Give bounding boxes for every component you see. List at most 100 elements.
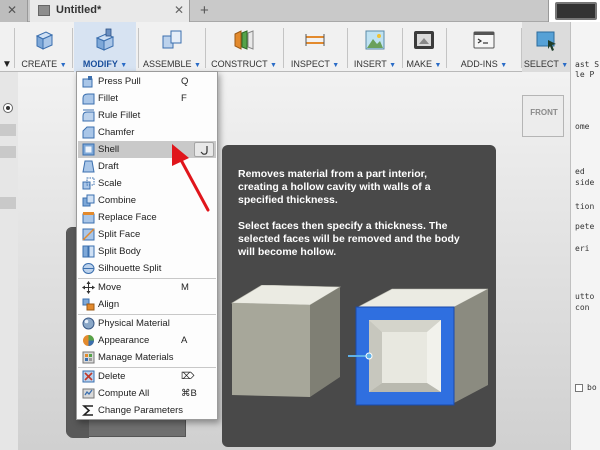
modify-dropdown-menu: Press Pull Q Fillet F Rule Fillet Chamfe…: [76, 71, 218, 420]
make-print-icon: [414, 31, 434, 49]
toolbar-divider: [138, 28, 139, 68]
toolbar-divider: [14, 28, 15, 68]
menu-item-move[interactable]: Move M: [78, 279, 216, 296]
panel-text-line: con: [575, 303, 590, 312]
panel-text-line: le P: [575, 70, 595, 79]
menu-item-chamfer[interactable]: Chamfer: [78, 124, 216, 141]
chamfer-icon: [82, 126, 95, 139]
menu-item-draft[interactable]: Draft: [78, 158, 216, 175]
add-ins-script-icon: [473, 31, 495, 49]
toolbar-make[interactable]: MAKE ▼: [404, 22, 444, 72]
toolbar-modify-label: MODIFY ▼: [82, 59, 128, 69]
split-face-icon: [82, 228, 95, 241]
create-box-icon: [35, 31, 54, 50]
menu-item-label: Shell: [98, 144, 120, 155]
menu-item-label: Combine: [98, 195, 137, 206]
rule-fillet-icon: [82, 109, 95, 122]
document-title: Untitled*: [56, 4, 102, 16]
toolbar-divider: [283, 28, 284, 68]
viewcube[interactable]: FRONT: [522, 95, 564, 137]
panel-text-line: ed: [575, 167, 585, 176]
overflow-caret-icon[interactable]: ▼: [2, 59, 12, 70]
panel-checkbox[interactable]: [575, 384, 583, 392]
menu-item-scale[interactable]: Scale: [78, 175, 216, 192]
document-tab-bar: ✕ Untitled* ✕ +: [0, 0, 600, 22]
menu-item-silhouette-split[interactable]: Silhouette Split: [78, 260, 216, 277]
menu-item-label: Fillet: [98, 93, 119, 104]
menu-item-split-body[interactable]: Split Body: [78, 243, 216, 260]
assemble-icon: [162, 30, 182, 49]
window-thumbnail: [548, 0, 600, 22]
toolbar-construct[interactable]: CONSTRUCT ▼: [207, 22, 281, 72]
menu-item-rule-fillet[interactable]: Rule Fillet: [78, 107, 216, 124]
menu-item-label: Compute All: [98, 388, 150, 399]
previous-tab[interactable]: ✕: [0, 0, 28, 22]
menu-item-appearance[interactable]: Appearance A: [78, 332, 216, 349]
menu-item-label: Align: [98, 299, 120, 310]
menu-item-shortcut: M: [181, 282, 189, 293]
browser-row[interactable]: [0, 124, 16, 136]
menu-item-replace-face[interactable]: Replace Face: [78, 209, 216, 226]
modify-push-pull-icon: [95, 28, 115, 51]
menu-item-shortcut: ⌘B: [181, 388, 197, 399]
construct-plane-icon: [234, 30, 254, 50]
menu-item-label: Delete: [98, 371, 126, 382]
browser-row[interactable]: [0, 197, 16, 209]
sigma-parameters-icon: [82, 405, 93, 416]
browser-row[interactable]: [0, 146, 16, 158]
menu-item-press-pull[interactable]: Press Pull Q: [78, 73, 216, 90]
menu-item-shortcut: F: [181, 93, 187, 104]
insert-image-icon: [365, 30, 385, 50]
select-window-icon: [536, 31, 556, 51]
panel-text-line: utto: [575, 292, 595, 301]
shell-illustration-image: [230, 285, 489, 406]
menu-item-manage-materials[interactable]: Manage Materials: [78, 349, 216, 366]
toolbar-select[interactable]: SELECT ▼: [522, 22, 570, 72]
toolbar-inspect-label: INSPECT ▼: [290, 59, 340, 69]
menu-item-change-parameters[interactable]: Change Parameters: [78, 402, 216, 419]
radio-icon[interactable]: [3, 103, 13, 113]
menu-item-combine[interactable]: Combine: [78, 192, 216, 209]
menu-item-label: Rule Fillet: [98, 110, 141, 121]
right-side-panel: ast S le P ome ed side tion pete eri utt…: [570, 22, 600, 450]
toolbar-divider: [347, 28, 348, 68]
toolbar-assemble-label: ASSEMBLE ▼: [143, 59, 201, 69]
ribbon-toolbar: ▼ CREATE ▼ MODIFY ▼ ASSEMBLE ▼ CONSTRUCT…: [0, 22, 570, 72]
menu-item-label: Press Pull: [98, 76, 141, 87]
toolbar-divider: [205, 28, 206, 68]
toolbar-select-label: SELECT ▼: [523, 59, 569, 69]
menu-item-split-face[interactable]: Split Face: [78, 226, 216, 243]
menu-item-fillet[interactable]: Fillet F: [78, 90, 216, 107]
toolbar-insert[interactable]: INSERT ▼: [349, 22, 401, 72]
silhouette-split-icon: [82, 263, 95, 274]
toolbar-add-ins[interactable]: ADD-INS ▼: [448, 22, 520, 72]
toolbar-modify[interactable]: MODIFY ▼: [74, 22, 136, 72]
close-icon[interactable]: ✕: [7, 3, 17, 17]
menu-item-label: Split Face: [98, 229, 141, 240]
toolbar-add-ins-label: ADD-INS ▼: [460, 59, 508, 69]
draft-icon: [82, 160, 95, 173]
inspect-measure-icon: [305, 34, 325, 46]
panel-text-line: tion: [575, 202, 595, 211]
document-icon: [38, 5, 50, 16]
combine-icon: [82, 194, 95, 207]
menu-item-label: Replace Face: [98, 212, 157, 223]
menu-item-label: Physical Material: [98, 318, 170, 329]
menu-item-delete[interactable]: Delete ⌦: [78, 368, 216, 385]
browser-panel-edge: [0, 72, 18, 450]
menu-item-shell[interactable]: Shell: [78, 141, 216, 158]
pin-to-toolbar-button[interactable]: [194, 142, 214, 157]
menu-item-compute-all[interactable]: Compute All ⌘B: [78, 385, 216, 402]
toolbar-divider: [446, 28, 447, 68]
new-tab-icon[interactable]: +: [200, 2, 209, 19]
menu-item-align[interactable]: Align: [78, 296, 216, 313]
menu-item-physical-material[interactable]: Physical Material: [78, 315, 216, 332]
toolbar-inspect[interactable]: INSPECT ▼: [285, 22, 345, 72]
document-tab[interactable]: Untitled* ✕: [30, 0, 190, 22]
close-tab-icon[interactable]: ✕: [174, 3, 184, 17]
toolbar-assemble[interactable]: ASSEMBLE ▼: [140, 22, 204, 72]
toolbar-create[interactable]: CREATE ▼: [16, 22, 72, 72]
menu-item-label: Draft: [98, 161, 119, 172]
menu-item-shortcut: ⌦: [181, 371, 195, 382]
viewcube-front-face[interactable]: FRONT: [523, 108, 565, 117]
